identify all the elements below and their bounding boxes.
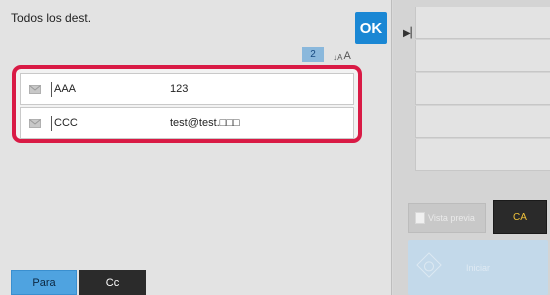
destination-name: CCC: [54, 117, 78, 129]
side-slot: [415, 73, 550, 105]
text-cursor: [51, 115, 52, 131]
tab-cc[interactable]: Cc: [79, 270, 146, 295]
ca-button[interactable]: CA: [493, 200, 547, 234]
email-icon: [29, 118, 51, 128]
destination-list-panel: Todos los dest. OK 2 ↓A A AAA 123 CCC te…: [0, 0, 392, 295]
sort-label: A: [343, 50, 351, 62]
destination-count-badge: 2: [302, 47, 324, 62]
side-slot: [415, 106, 550, 138]
email-icon: [29, 84, 51, 94]
text-cursor: [51, 81, 52, 97]
ok-button[interactable]: OK: [355, 12, 387, 44]
start-icon: [416, 252, 442, 278]
side-slot: [415, 40, 550, 72]
page-title: Todos los dest.: [11, 11, 92, 25]
list-item[interactable]: CCC test@test.□□□: [20, 107, 354, 139]
side-slot: [415, 7, 550, 39]
start-label: Iniciar: [465, 262, 490, 273]
preview-icon: [415, 212, 425, 224]
sort-icon[interactable]: ↓A A: [332, 45, 352, 62]
highlighted-destination-list: AAA 123 CCC test@test.□□□: [12, 65, 362, 143]
start-button[interactable]: Iniciar: [408, 240, 548, 295]
tab-to[interactable]: Para: [11, 270, 77, 295]
list-item[interactable]: AAA 123: [20, 73, 354, 105]
destination-address: 123: [170, 83, 189, 95]
side-slot: [415, 139, 550, 171]
side-panel: ▶▏ Vista previa CA Iniciar: [393, 0, 550, 295]
preview-button[interactable]: Vista previa: [408, 203, 486, 233]
preview-label: Vista previa: [428, 213, 475, 223]
sort-small-a-icon: ↓A: [333, 53, 343, 62]
destination-name: AAA: [54, 83, 77, 95]
destination-address: test@test.□□□: [170, 117, 240, 129]
